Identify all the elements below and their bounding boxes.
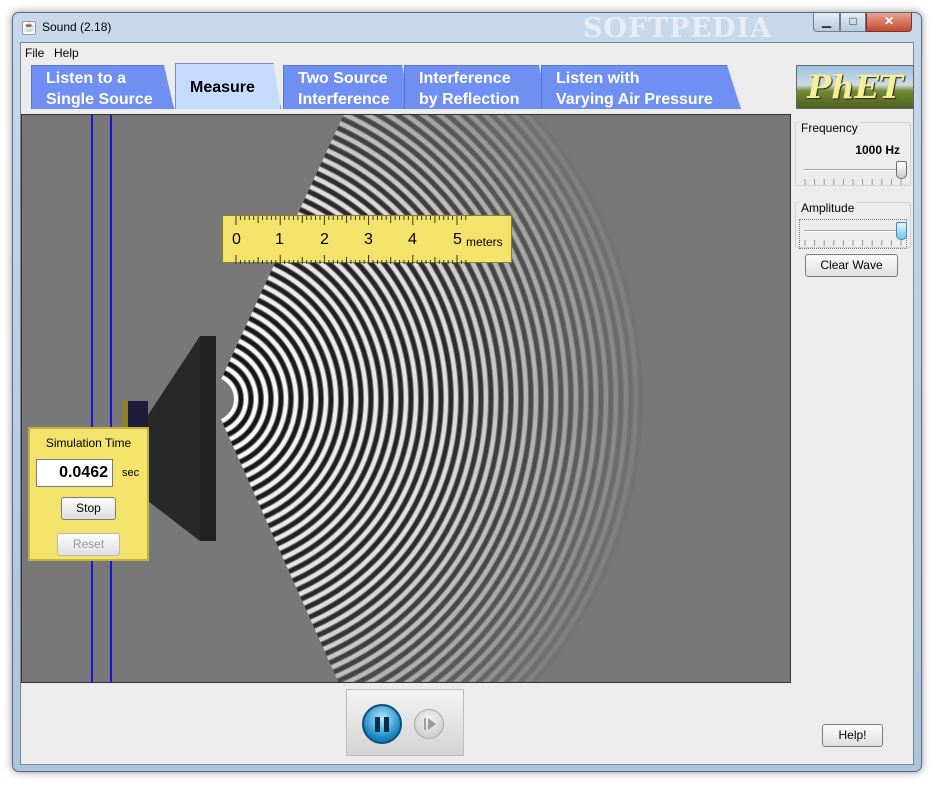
tab-label-line1: Listen to a [46, 70, 127, 87]
measure-line-left[interactable] [91, 115, 93, 682]
minimize-button[interactable]: ▁ [813, 13, 840, 32]
amplitude-group: Amplitude [795, 201, 911, 249]
tape-unit: meters [466, 235, 503, 249]
window-title: Sound (2.18) [42, 20, 112, 34]
minimize-icon: ▁ [821, 14, 832, 28]
frequency-slider-thumb[interactable] [896, 161, 907, 179]
tape-measure[interactable]: 0 1 2 3 4 5 meters [222, 215, 512, 264]
tab-two-source-interference[interactable]: Two Source Interference [283, 65, 411, 109]
tape-number: 1 [275, 231, 284, 248]
menu-bar: File Help [21, 43, 913, 62]
step-icon[interactable] [414, 709, 444, 739]
sound-wave-field [148, 115, 643, 682]
clear-wave-button[interactable]: Clear Wave [805, 254, 898, 277]
frequency-slider-ticks [804, 179, 902, 185]
frequency-slider-track[interactable] [804, 169, 902, 171]
simulation-time-title: Simulation Time [45, 436, 132, 450]
menu-help[interactable]: Help [54, 46, 79, 60]
tab-label-line2: by Reflection [419, 91, 520, 108]
bottom-panel [21, 684, 793, 766]
tape-number: 4 [408, 231, 417, 248]
control-panel: Frequency 1000 Hz Amplitude Clear Wave H… [793, 114, 913, 754]
tab-varying-air-pressure[interactable]: Listen with Varying Air Pressure [541, 65, 741, 109]
tape-number: 0 [232, 231, 241, 248]
simulation-time-panel: Simulation Time 0.0462 sec Stop Reset [28, 427, 149, 561]
amplitude-label: Amplitude [799, 201, 857, 215]
tape-number: 5 [453, 231, 462, 248]
tab-label-line2: Interference [298, 91, 390, 108]
menu-file[interactable]: File [25, 46, 44, 60]
tab-label-line2: Varying Air Pressure [556, 91, 713, 108]
stop-button[interactable]: Stop [61, 497, 116, 520]
tab-label-line1: Interference [419, 70, 511, 87]
frequency-value: 1000 Hz [855, 143, 900, 157]
tab-label-line1: Two Source [298, 70, 388, 87]
speaker-cone [148, 336, 200, 541]
amplitude-slider-ticks [804, 240, 902, 246]
simulation-canvas[interactable]: 0 1 2 3 4 5 meters Simulation Time 0.046… [21, 114, 791, 683]
tape-number: 3 [364, 231, 373, 248]
tab-measure[interactable]: Measure [175, 63, 281, 109]
tab-interference-by-reflection[interactable]: Interference by Reflection [404, 65, 549, 109]
watermark: SOFTPEDIA [583, 13, 773, 44]
tab-label-line2: Single Source [46, 91, 153, 108]
simulation-time-value: 0.0462 [36, 459, 113, 487]
title-bar[interactable]: ☕ Sound (2.18) SOFTPEDIA ▁ □ ✕ [13, 13, 921, 44]
playback-controls [346, 689, 464, 756]
tab-label-line1: Listen with [556, 70, 640, 87]
tape-number: 2 [320, 231, 329, 248]
java-app-icon[interactable]: ☕ [22, 21, 36, 35]
pause-icon[interactable] [362, 704, 402, 744]
application-window: ☕ Sound (2.18) SOFTPEDIA ▁ □ ✕ File Help… [12, 12, 922, 772]
measure-line-right[interactable] [110, 115, 112, 682]
tab-listen-single-source[interactable]: Listen to a Single Source [31, 65, 174, 109]
amplitude-slider-thumb[interactable] [896, 222, 907, 240]
close-icon: ✕ [883, 14, 895, 28]
phet-logo: PhET [796, 65, 914, 109]
tab-label: Measure [190, 79, 255, 96]
client-area: File Help Listen to a Single Source Two … [20, 42, 914, 765]
maximize-button[interactable]: □ [840, 13, 866, 32]
help-button[interactable]: Help! [822, 724, 883, 747]
frequency-label: Frequency [799, 121, 860, 135]
tab-bar: Listen to a Single Source Two Source Int… [21, 62, 914, 112]
maximize-icon: □ [849, 14, 857, 28]
simulation-time-unit: sec [122, 467, 140, 479]
amplitude-slider-track[interactable] [804, 230, 902, 232]
close-button[interactable]: ✕ [866, 13, 912, 32]
frequency-group: Frequency 1000 Hz [795, 121, 911, 186]
reset-button[interactable]: Reset [57, 533, 120, 556]
speaker-diaphragm [200, 336, 216, 541]
